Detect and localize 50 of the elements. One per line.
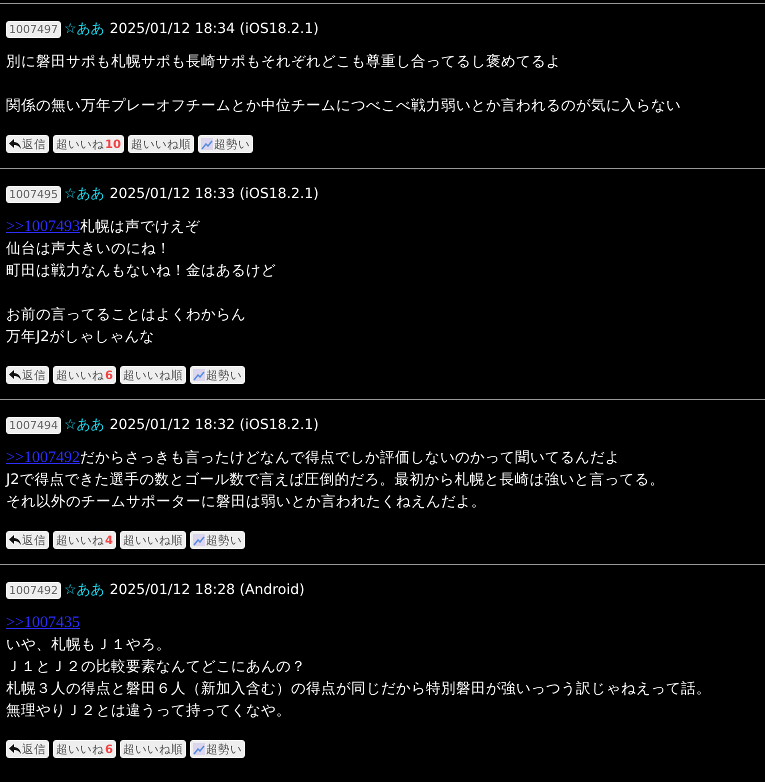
trend-chart-icon xyxy=(193,743,206,755)
post-number[interactable]: 1007492 xyxy=(6,582,61,598)
reply-arrow-icon xyxy=(9,139,21,149)
post-text: 札幌は声でけえぞ xyxy=(80,219,200,235)
poster-name: ☆ああ xyxy=(64,20,105,38)
sort-button[interactable]: 超いいね順 xyxy=(120,531,186,549)
post-text: いや、札幌もＪ１やろ。 xyxy=(6,637,171,653)
reply-button[interactable]: 返信 xyxy=(6,740,49,758)
post-text: 無理やりＪ２とは違うって持ってくなや。 xyxy=(6,703,291,719)
trend-chart-icon xyxy=(201,138,214,150)
sort-button[interactable]: 超いいね順 xyxy=(120,740,186,758)
post-number[interactable]: 1007494 xyxy=(6,416,61,434)
post-datetime: 2025/01/12 18:32 (iOS18.2.1) xyxy=(110,417,319,433)
sort-button[interactable]: 超いいね順 xyxy=(128,135,194,153)
reply-arrow-icon xyxy=(9,370,21,380)
poster-name: ☆ああ xyxy=(64,581,105,599)
post-datetime: 2025/01/12 18:34 (iOS18.2.1) xyxy=(110,21,319,37)
post-datetime: 2025/01/12 18:28 (Android) xyxy=(110,582,305,598)
post-number[interactable]: 1007497 xyxy=(6,20,61,38)
post-text: Ｊ１とＪ２の比較要素なんてどこにあんの？ xyxy=(6,659,306,675)
trend-button[interactable]: 超勢い xyxy=(190,740,246,758)
like-button[interactable]: 超いいね6 xyxy=(53,740,116,758)
poster-name: ☆ああ xyxy=(64,416,105,434)
post-text: 関係の無い万年プレーオフチームとか中位チームにつべこべ戦力弱いとか言われるのが気に入らない xyxy=(6,98,681,114)
post-text: 仙台は声大きいのにね！ xyxy=(6,241,171,257)
post-text: お前の言ってることはよくわからん xyxy=(6,307,246,323)
post-text: それ以外のチームサポーターに磐田は弱いとか言われたくねえんだよ。 xyxy=(6,494,486,510)
post-datetime: 2025/01/12 18:33 (iOS18.2.1) xyxy=(110,186,319,202)
trend-button[interactable]: 超勢い xyxy=(190,366,246,384)
like-button[interactable]: 超いいね4 xyxy=(53,531,116,549)
like-button[interactable]: 超いいね 10 xyxy=(53,135,124,153)
reply-button[interactable]: 返信 xyxy=(6,366,49,384)
post-text: 別に磐田サポも札幌サポも長崎サポもそれぞれどこも尊重し合ってるし褒めてるよ xyxy=(6,54,561,70)
reply-arrow-icon xyxy=(9,744,21,754)
poster-name: ☆ああ xyxy=(64,185,105,203)
trend-button[interactable]: 超勢い xyxy=(198,135,254,153)
trend-chart-icon xyxy=(193,534,206,546)
like-button[interactable]: 超いいね6 xyxy=(53,366,116,384)
post-text: 万年J2がしゃしゃんな xyxy=(6,329,155,345)
post-number[interactable]: 1007495 xyxy=(6,186,61,202)
post-text: J2で得点できた選手の数とゴール数で言えば圧倒的だろ。最初から札幌と長崎は強いと言ってる。 xyxy=(6,472,665,488)
post-text: 町田は戦力なんもないね！金はあるけど xyxy=(6,263,276,279)
reply-button[interactable]: 返信 xyxy=(6,531,49,549)
reply-arrow-icon xyxy=(9,535,21,545)
post-text: 札幌３人の得点と磐田６人（新加入含む）の得点が同じだから特別磐田が強いっつう訳じゃねえって話。 xyxy=(6,681,711,697)
post-text: だからさっきも言ったけどなんで得点でしか評価しないのかって聞いてるんだよ xyxy=(80,450,620,466)
trend-chart-icon xyxy=(193,369,206,381)
sort-button[interactable]: 超いいね順 xyxy=(120,366,186,384)
trend-button[interactable]: 超勢い xyxy=(190,531,246,549)
reply-button[interactable]: 返信 xyxy=(6,135,49,153)
